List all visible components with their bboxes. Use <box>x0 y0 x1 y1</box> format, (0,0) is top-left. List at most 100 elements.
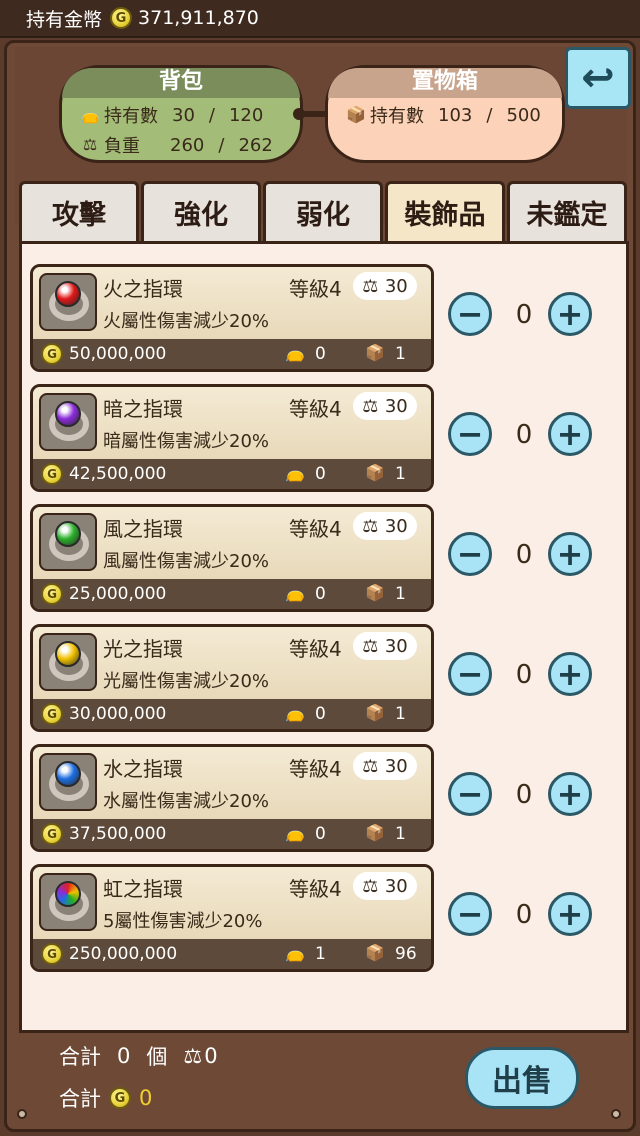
ring-icon <box>39 273 97 331</box>
weight-icon: ⚖ <box>362 275 379 297</box>
quantity-stepper: − 0 + <box>442 892 602 942</box>
total-label: 合計 <box>59 1045 101 1069</box>
quantity-value: 0 <box>515 900 533 930</box>
weight-icon: ⚖ <box>183 1044 203 1068</box>
bag-icon: 👝 <box>80 105 100 124</box>
item-description: 5屬性傷害減少20% <box>103 911 263 932</box>
decrease-button[interactable]: − <box>448 292 492 336</box>
item-level: 等級4 <box>289 517 342 541</box>
item-description: 風屬性傷害減少20% <box>103 551 270 572</box>
tab-unidentified[interactable]: 未鑑定 <box>507 181 627 241</box>
quantity-value: 0 <box>515 420 533 450</box>
sell-summary: 合計 0 個 ⚖ 0 合計 G 0 出售 <box>19 1037 629 1129</box>
total-gold-row: 合計 G 0 <box>59 1083 152 1113</box>
box-icon: 📦 <box>365 583 385 602</box>
box-count-label: 持有數 <box>370 106 424 127</box>
increase-button[interactable]: + <box>548 892 592 936</box>
box-count: 103 <box>438 104 473 126</box>
bag-icon: 👝 <box>285 463 305 482</box>
box-icon: 📦 <box>346 105 366 124</box>
item-weight-value: 30 <box>384 515 408 537</box>
item-level: 等級4 <box>289 397 342 421</box>
increase-button[interactable]: + <box>548 292 592 336</box>
item-card[interactable]: 暗之指環 等級4 ⚖ 30 暗屬性傷害減少20% G 42,500,000 👝 … <box>30 384 434 492</box>
item-description: 暗屬性傷害減少20% <box>103 431 270 452</box>
category-tabs: 攻擊 強化 弱化 裝飾品 未鑑定 <box>19 181 629 241</box>
gold-coin-icon: G <box>41 583 63 605</box>
total-label: 合計 <box>59 1087 101 1111</box>
item-box-count: 1 <box>395 824 406 844</box>
item-weight-value: 30 <box>384 635 408 657</box>
decrease-button[interactable]: − <box>448 652 492 696</box>
weight-icon: ⚖ <box>362 395 379 417</box>
item-description: 水屬性傷害減少20% <box>103 791 270 812</box>
item-card[interactable]: 水之指環 等級4 ⚖ 30 水屬性傷害減少20% G 37,500,000 👝 … <box>30 744 434 852</box>
box-count-max: 500 <box>506 104 541 126</box>
gold-coin-icon: G <box>41 703 63 725</box>
item-weight: ⚖ 30 <box>353 752 417 780</box>
box-icon: 📦 <box>365 703 385 722</box>
tab-accessory[interactable]: 裝飾品 <box>385 181 505 241</box>
increase-button[interactable]: + <box>548 772 592 816</box>
item-bag-count: 0 <box>315 704 326 724</box>
gold-coin-icon: G <box>110 7 133 29</box>
box-icon: 📦 <box>365 343 385 362</box>
increase-button[interactable]: + <box>548 532 592 576</box>
bag-weight: 260 <box>170 134 205 156</box>
item-price: 37,500,000 <box>69 824 167 844</box>
bag-weight-sep: / <box>218 134 225 156</box>
bag-icon: 👝 <box>285 583 305 602</box>
item-card[interactable]: 光之指環 等級4 ⚖ 30 光屬性傷害減少20% G 30,000,000 👝 … <box>30 624 434 732</box>
decrease-button[interactable]: − <box>448 532 492 576</box>
weight-icon: ⚖ <box>362 875 379 897</box>
box-icon: 📦 <box>365 463 385 482</box>
box-icon: 📦 <box>365 823 385 842</box>
ring-icon <box>39 513 97 571</box>
weight-icon: ⚖ <box>82 135 98 154</box>
item-weight: ⚖ 30 <box>353 632 417 660</box>
item-description: 火屬性傷害減少20% <box>103 311 270 332</box>
ring-icon <box>39 393 97 451</box>
quantity-stepper: − 0 + <box>442 532 602 582</box>
decrease-button[interactable]: − <box>448 892 492 936</box>
item-weight: ⚖ 30 <box>353 512 417 540</box>
tab-attack[interactable]: 攻擊 <box>19 181 139 241</box>
decrease-button[interactable]: − <box>448 412 492 456</box>
item-name: 光之指環 <box>103 637 183 661</box>
item-card[interactable]: 虹之指環 等級4 ⚖ 30 5屬性傷害減少20% G 250,000,000 👝… <box>30 864 434 972</box>
tab-buff[interactable]: 強化 <box>141 181 261 241</box>
item-box-count: 1 <box>395 344 406 364</box>
weight-icon: ⚖ <box>362 515 379 537</box>
bag-weight-row: ⚖ 負重 260 / 262 <box>80 132 273 158</box>
ring-icon <box>39 633 97 691</box>
box-icon: 📦 <box>365 943 385 962</box>
increase-button[interactable]: + <box>548 652 592 696</box>
weight-icon: ⚖ <box>362 635 379 657</box>
box-count-row: 📦 持有數 103 / 500 <box>346 102 541 128</box>
item-price: 250,000,000 <box>69 944 178 964</box>
quantity-stepper: − 0 + <box>442 652 602 702</box>
gold-coin-icon: G <box>109 1087 131 1109</box>
item-weight: ⚖ 30 <box>353 392 417 420</box>
total-count-row: 合計 0 個 ⚖ 0 <box>59 1041 218 1071</box>
item-box-count: 1 <box>395 584 406 604</box>
increase-button[interactable]: + <box>548 412 592 456</box>
total-weight: ⚖ 0 <box>183 1044 217 1068</box>
quantity-value: 0 <box>515 300 533 330</box>
sell-button[interactable]: 出售 <box>465 1047 579 1109</box>
bag-icon: 👝 <box>285 823 305 842</box>
item-weight-value: 30 <box>384 275 408 297</box>
bag-count: 30 <box>172 104 195 126</box>
item-name: 水之指環 <box>103 757 183 781</box>
tab-debuff[interactable]: 弱化 <box>263 181 383 241</box>
box-count-sep: / <box>486 104 493 126</box>
back-button[interactable]: ↩ <box>565 47 631 109</box>
bag-count-sep: / <box>208 104 215 126</box>
item-card[interactable]: 火之指環 等級4 ⚖ 30 火屬性傷害減少20% G 50,000,000 👝 … <box>30 264 434 372</box>
item-card[interactable]: 風之指環 等級4 ⚖ 30 風屬性傷害減少20% G 25,000,000 👝 … <box>30 504 434 612</box>
item-name: 火之指環 <box>103 277 183 301</box>
decrease-button[interactable]: − <box>448 772 492 816</box>
item-bag-count: 0 <box>315 584 326 604</box>
item-description: 光屬性傷害減少20% <box>103 671 270 692</box>
box-title: 置物箱 <box>328 68 562 98</box>
